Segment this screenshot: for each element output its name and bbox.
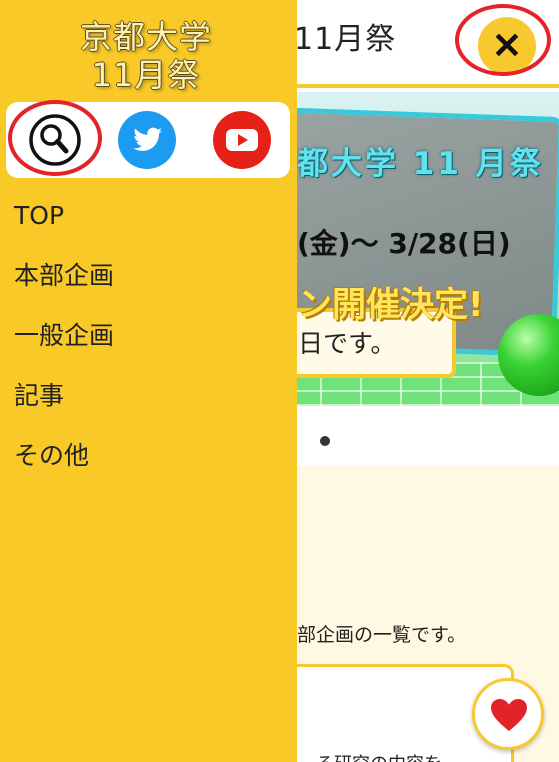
event-card-text: る研究の内容を bbox=[316, 750, 442, 762]
social-icon-bar bbox=[6, 102, 290, 178]
logo-line-1: 京都大学 bbox=[79, 18, 212, 56]
favorite-button[interactable] bbox=[472, 678, 544, 750]
logo-line-2: 11月祭 bbox=[91, 56, 201, 94]
page-title: 11月祭 bbox=[294, 22, 397, 57]
twitter-bird-icon bbox=[118, 111, 176, 169]
banner-headline: 都大学 11 月祭 bbox=[297, 146, 544, 182]
menu-item-articles[interactable]: 記事 bbox=[14, 376, 114, 436]
app-page: 11月祭 ✕ 都大学 11 月祭 (金)〜 3/28(日) ン開催決定! 日です… bbox=[0, 0, 559, 762]
menu-item-general-projects[interactable]: 一般企画 bbox=[14, 316, 114, 376]
menu-item-top[interactable]: TOP bbox=[14, 196, 114, 256]
banner-caption: 日です。 bbox=[298, 329, 396, 358]
twitter-button[interactable] bbox=[118, 111, 176, 169]
youtube-button[interactable] bbox=[213, 111, 271, 169]
magnifier-icon bbox=[29, 114, 81, 166]
close-icon: ✕ bbox=[491, 25, 523, 66]
menu-item-headquarters-projects[interactable]: 本部企画 bbox=[14, 256, 114, 316]
nav-drawer: 京都大学 11月祭 TOP 本部企画 一般企画 記事 その他 bbox=[0, 0, 297, 762]
heart-icon bbox=[491, 699, 527, 731]
search-button[interactable] bbox=[28, 113, 82, 167]
banner-date: (金)〜 3/28(日) bbox=[297, 227, 511, 260]
site-logo[interactable]: 京都大学 11月祭 bbox=[0, 18, 292, 94]
youtube-play-icon bbox=[213, 111, 271, 169]
banner-announcement: ン開催決定! bbox=[298, 285, 484, 325]
carousel-dot[interactable] bbox=[320, 436, 330, 446]
drawer-menu: TOP 本部企画 一般企画 記事 その他 bbox=[14, 196, 114, 496]
close-menu-button[interactable]: ✕ bbox=[468, 16, 546, 75]
menu-item-others[interactable]: その他 bbox=[14, 436, 114, 496]
section-intro: 部企画の一覧です。 bbox=[297, 624, 467, 646]
